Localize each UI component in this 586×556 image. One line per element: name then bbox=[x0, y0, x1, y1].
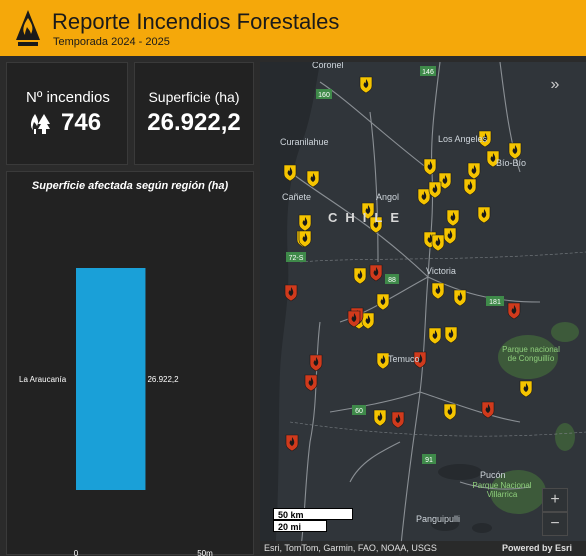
svg-text:72-S: 72-S bbox=[289, 255, 304, 262]
map-label-biobio: Bío-Bío bbox=[496, 158, 527, 168]
powered-by-link[interactable]: Powered by Esri bbox=[502, 541, 572, 555]
map-scale-bar: 50 km 20 mi bbox=[273, 508, 353, 532]
attribution-text: Esri, TomTom, Garmin, FAO, NOAA, USGS bbox=[264, 543, 437, 553]
page-subtitle: Temporada 2024 - 2025 bbox=[53, 36, 170, 48]
map-label-park-conguillio: Parque nacional de Conguillío bbox=[502, 345, 560, 363]
kpi-incendios-value: 746 bbox=[61, 109, 102, 136]
app-header: Reporte Incendios Forestales Temporada 2… bbox=[0, 0, 586, 56]
fire-logo-icon bbox=[16, 10, 40, 46]
svg-text:88: 88 bbox=[388, 277, 396, 284]
region-chart-card: Superficie afectada según región (ha) La… bbox=[6, 171, 254, 556]
kpi-incendios-card: Nº incendios 746 bbox=[6, 62, 128, 165]
kpi-superficie-card: Superficie (ha) 26.922,2 bbox=[134, 62, 254, 165]
map-label-park-villarrica: Parque Nacional Villarrica bbox=[472, 481, 532, 499]
svg-text:146: 146 bbox=[422, 69, 434, 76]
map-label-coronel: Coronel bbox=[312, 62, 344, 70]
map-label-temuco: Temuco bbox=[388, 354, 420, 364]
svg-text:181: 181 bbox=[489, 299, 501, 306]
map-canvas[interactable]: 146 160 72-S 88 181 60 91 bbox=[260, 62, 586, 555]
kpi-incendios-value-row: 746 bbox=[7, 109, 127, 137]
bar-chart: La Araucanía 26.922,20 50m bbox=[19, 268, 213, 556]
park-area bbox=[555, 423, 575, 451]
zoom-out-button[interactable]: − bbox=[542, 512, 568, 536]
scale-km: 50 km bbox=[273, 508, 353, 520]
map-label-canete: Cañete bbox=[282, 192, 312, 202]
map-label-pucon: Pucón bbox=[480, 470, 506, 480]
svg-text:60: 60 bbox=[355, 408, 363, 415]
map-label-angol: Angol bbox=[376, 192, 400, 202]
park-area bbox=[551, 322, 579, 342]
map-label-victoria: Victoria bbox=[426, 266, 456, 276]
map-label-country: CHILE bbox=[328, 210, 407, 225]
zoom-in-button[interactable]: + bbox=[542, 488, 568, 512]
page-title: Reporte Incendios Forestales bbox=[52, 9, 340, 34]
map-label-los-angeles: Los Angeles bbox=[438, 134, 488, 144]
map-view[interactable]: 146 160 72-S 88 181 60 91 Coronel Los An… bbox=[260, 62, 586, 555]
forest-fire-icon bbox=[30, 113, 50, 134]
kpi-incendios-label: Nº incendios bbox=[26, 89, 110, 106]
chart-value-label: 26.922,2 bbox=[147, 375, 179, 384]
map-label-curanilahue: Curanilahue bbox=[280, 137, 329, 147]
chart-bar[interactable] bbox=[76, 268, 146, 490]
map-attribution[interactable]: Esri, TomTom, Garmin, FAO, NOAA, USGS Po… bbox=[260, 541, 586, 555]
kpi-superficie-label: Superficie (ha) bbox=[148, 89, 240, 105]
svg-text:91: 91 bbox=[425, 457, 433, 464]
kpi-superficie-value: 26.922,2 bbox=[147, 109, 241, 136]
scale-mi: 20 mi bbox=[273, 520, 327, 532]
chart-category-label: La Araucanía bbox=[19, 375, 67, 384]
svg-text:160: 160 bbox=[318, 92, 330, 99]
map-label-panguipulli: Panguipulli bbox=[416, 514, 461, 524]
collapse-icon[interactable]: » bbox=[542, 74, 568, 98]
